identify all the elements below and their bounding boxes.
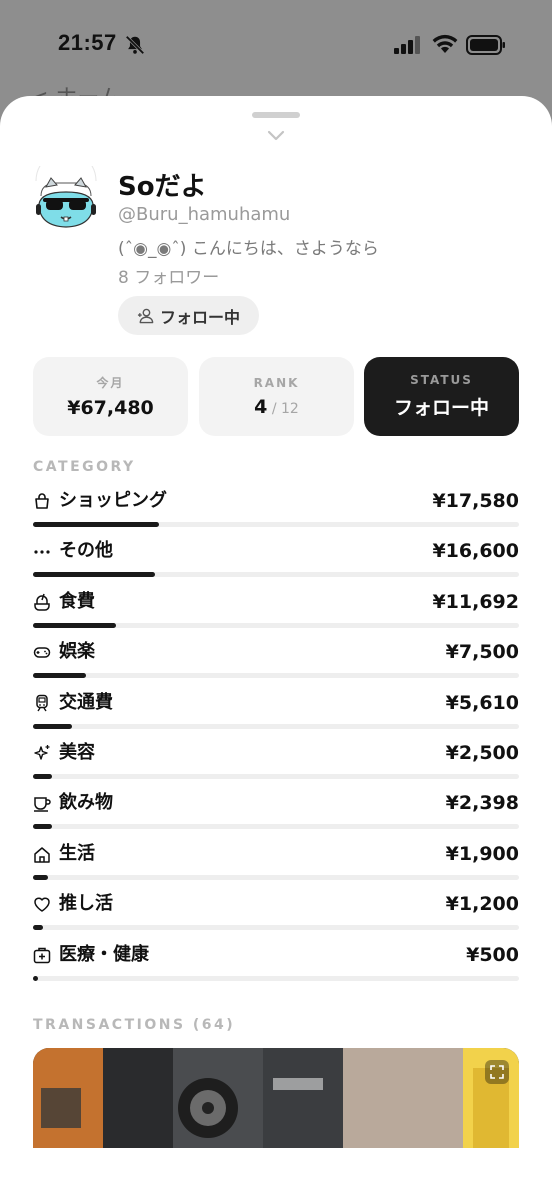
category-row[interactable]: 食費 ¥11,692 [33, 589, 519, 639]
follower-count[interactable]: 8 フォロワー [118, 263, 219, 288]
stat-value: フォロー中 [393, 397, 489, 419]
category-progress-track [33, 673, 519, 679]
category-amount: ¥7,500 [445, 641, 519, 664]
profile-name: Soだよ [118, 172, 207, 202]
category-name: 推し活 [59, 893, 113, 915]
category-progress-fill [33, 774, 52, 779]
category-progress-track [33, 572, 519, 578]
category-row[interactable]: その他 ¥16,600 [33, 538, 519, 588]
chevron-down-icon[interactable] [266, 129, 286, 143]
category-progress-track [33, 622, 519, 628]
bell-muted-icon [125, 35, 145, 55]
avatar[interactable] [33, 166, 99, 232]
train-icon [36, 694, 48, 711]
category-amount: ¥2,398 [445, 792, 519, 815]
stat-card-rank: RANK 4 / 12 [199, 357, 354, 436]
category-progress-track [33, 774, 519, 779]
profile-sheet: Soだよ @Buru_hamuhamu (ˆ◉_◉ˆ) こんにちは、さようなら … [0, 96, 552, 1200]
category-row[interactable]: 美容 ¥2,500 [33, 740, 519, 790]
status-time: 21:57 [58, 30, 117, 55]
category-row[interactable]: 娯楽 ¥7,500 [33, 639, 519, 689]
category-section-label: CATEGORY [33, 459, 136, 475]
category-row[interactable]: 飲み物 ¥2,398 [33, 790, 519, 840]
category-progress-fill [33, 572, 155, 578]
category-name: 医療・健康 [59, 943, 149, 965]
cup-icon [34, 797, 51, 813]
wifi-icon [432, 34, 458, 53]
category-progress-fill [33, 874, 48, 880]
category-amount: ¥1,900 [445, 842, 519, 865]
stat-label: STATUS [410, 373, 473, 387]
category-amount: ¥5,610 [445, 691, 519, 714]
profile-handle: @Buru_hamuhamu [118, 204, 291, 225]
user-check-icon [137, 308, 154, 324]
battery-icon [466, 35, 505, 55]
category-name: ショッピング [59, 490, 167, 511]
category-name: 生活 [59, 842, 95, 864]
category-name: 娯楽 [59, 641, 95, 663]
category-row[interactable]: 医療・健康 ¥500 [33, 942, 519, 992]
stat-value: 4 / 12 [254, 396, 299, 418]
category-progress-fill [33, 824, 52, 830]
category-row[interactable]: 生活 ¥1,900 [33, 841, 519, 891]
category-row[interactable]: 推し活 ¥1,200 [33, 891, 519, 941]
category-progress-track [33, 975, 519, 981]
following-button[interactable]: フォロー中 [118, 296, 259, 335]
gamepad-icon [33, 647, 51, 658]
more-dots-icon [34, 550, 50, 554]
heart-icon [34, 897, 50, 912]
stat-label: 今月 [96, 376, 125, 390]
category-amount: ¥1,200 [445, 893, 519, 916]
shopping-bag-icon [35, 493, 49, 509]
stat-card-status[interactable]: STATUS フォロー中 [364, 357, 519, 436]
cellular-signal-icon [394, 36, 420, 54]
photo-content [33, 1048, 519, 1148]
category-progress-track [33, 874, 519, 880]
sheet-grabber[interactable] [252, 112, 300, 118]
category-progress-fill [33, 522, 159, 527]
category-progress-track [33, 925, 519, 931]
category-name: 美容 [59, 742, 95, 763]
category-progress-track [33, 723, 519, 729]
transactions-section-label: TRANSACTIONS (64) [33, 1017, 236, 1033]
food-icon [34, 593, 50, 611]
sparkles-icon [34, 745, 50, 760]
expand-icon[interactable] [485, 1060, 509, 1084]
stat-value: ¥67,480 [67, 397, 154, 419]
stat-card-monthly: 今月 ¥67,480 [33, 357, 188, 436]
medical-kit-icon [33, 947, 51, 963]
category-amount: ¥17,580 [432, 490, 519, 512]
category-amount: ¥11,692 [432, 590, 519, 613]
category-amount: ¥500 [466, 943, 519, 966]
category-progress-fill [33, 622, 116, 628]
following-button-label: フォロー中 [159, 307, 240, 327]
category-name: 交通費 [59, 691, 113, 713]
rank-value: 4 [254, 395, 268, 418]
category-amount: ¥2,500 [445, 742, 519, 764]
category-amount: ¥16,600 [432, 540, 519, 563]
rank-total: / 12 [267, 400, 299, 417]
category-name: 食費 [59, 590, 95, 612]
category-progress-track [33, 824, 519, 830]
category-progress-track [33, 522, 519, 527]
stat-label: RANK [253, 375, 300, 390]
category-progress-fill [33, 975, 38, 981]
category-row[interactable]: ショッピング ¥17,580 [33, 488, 519, 538]
category-progress-fill [33, 673, 86, 679]
category-name: 飲み物 [59, 792, 113, 814]
home-icon [34, 847, 50, 863]
transaction-photo[interactable] [33, 1048, 519, 1148]
category-progress-fill [33, 925, 43, 931]
category-progress-fill [33, 723, 72, 729]
category-row[interactable]: 交通費 ¥5,610 [33, 690, 519, 740]
profile-bio: (ˆ◉_◉ˆ) こんにちは、さようなら [118, 239, 379, 259]
status-bar: 21:57 [0, 0, 552, 92]
category-name: その他 [59, 540, 113, 562]
